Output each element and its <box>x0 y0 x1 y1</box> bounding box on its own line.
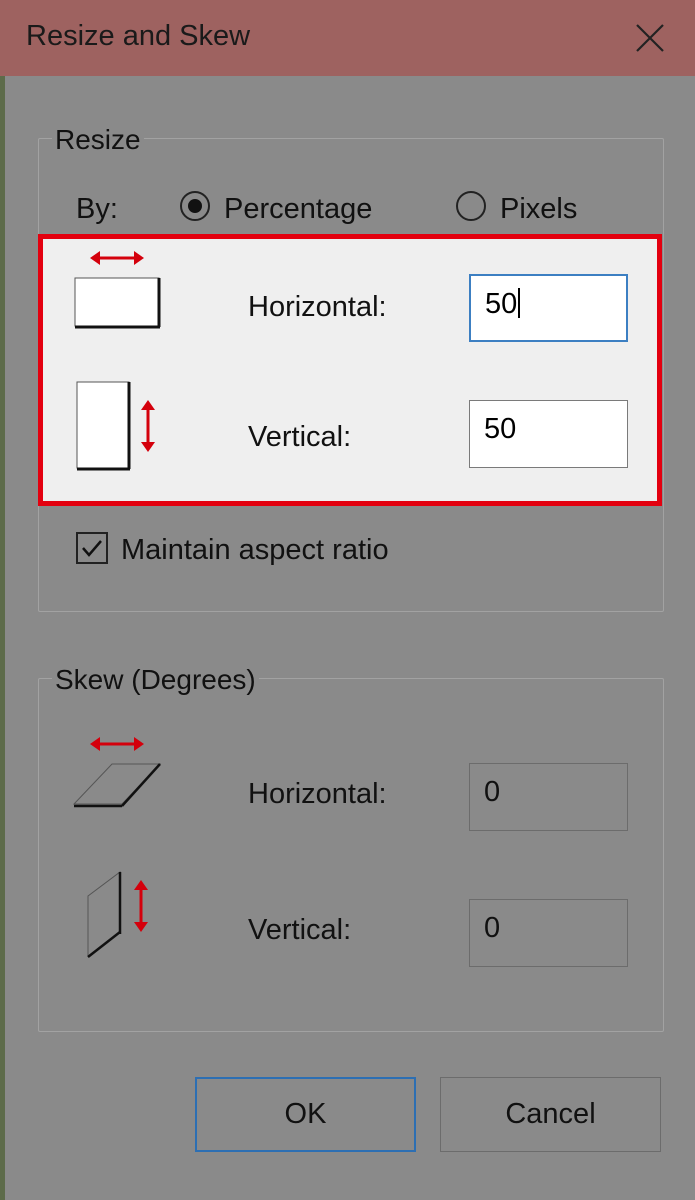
skew-vertical-input[interactable]: 0 <box>469 899 628 967</box>
resize-vertical-input[interactable]: 50 <box>469 400 628 468</box>
maintain-aspect-label[interactable]: Maintain aspect ratio <box>121 534 389 567</box>
window-title: Resize and Skew <box>26 20 251 52</box>
skew-vertical-label: Vertical: <box>248 914 352 946</box>
resize-vertical-icon <box>76 381 155 471</box>
skew-horizontal-input[interactable]: 0 <box>469 763 628 831</box>
background-window-edge <box>0 76 5 1200</box>
cancel-button-label: Cancel <box>505 1098 596 1130</box>
skew-horizontal-label: Horizontal: <box>248 778 387 810</box>
close-button[interactable] <box>620 12 680 64</box>
resize-horizontal-value: 50 <box>485 288 518 320</box>
ok-button[interactable]: OK <box>195 1077 416 1152</box>
maintain-aspect-checkbox[interactable] <box>76 532 108 564</box>
skew-horizontal-icon <box>72 737 162 808</box>
resize-horizontal-icon <box>74 251 161 329</box>
skew-vertical-icon <box>87 871 148 958</box>
resize-group-label: Resize <box>52 124 144 156</box>
percentage-radio[interactable] <box>180 191 210 221</box>
text-caret <box>518 288 521 318</box>
skew-group-label: Skew (Degrees) <box>52 664 259 696</box>
percentage-label[interactable]: Percentage <box>224 193 372 226</box>
resize-horizontal-label: Horizontal: <box>248 291 387 323</box>
resize-horizontal-input[interactable]: 50 <box>469 274 628 342</box>
ok-button-label: OK <box>284 1098 327 1130</box>
pixels-label[interactable]: Pixels <box>500 193 577 226</box>
by-label: By: <box>76 193 118 225</box>
cancel-button[interactable]: Cancel <box>440 1077 661 1152</box>
close-icon <box>636 24 664 52</box>
title-bar[interactable]: Resize and Skew <box>0 0 695 76</box>
checkmark-icon <box>82 540 102 557</box>
pixels-radio[interactable] <box>456 191 486 221</box>
skew-group <box>38 678 664 1032</box>
resize-vertical-label: Vertical: <box>248 421 352 453</box>
